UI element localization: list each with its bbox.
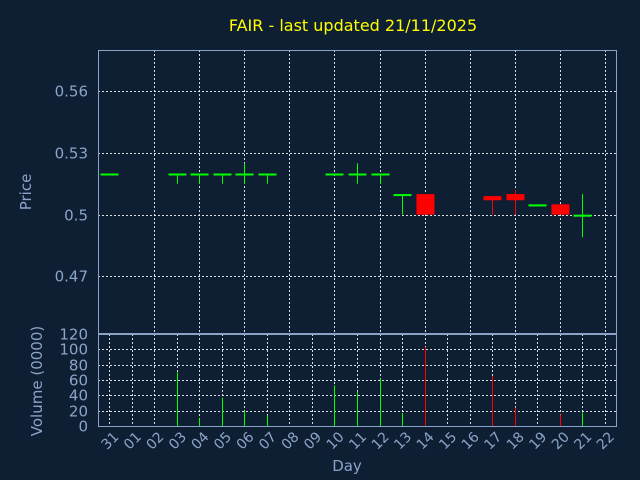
candle-body: [551, 204, 570, 215]
candle-body: [168, 173, 187, 176]
candle: [551, 204, 570, 215]
price-tick-label: 0.5: [64, 207, 88, 225]
candle-body: [325, 173, 344, 176]
candle-body: [100, 173, 119, 176]
candle-body: [416, 194, 435, 215]
volume-axis-label: Volume (0000): [28, 326, 46, 436]
volume-tick-label: 20: [69, 403, 88, 421]
price-tick-label: 0.56: [55, 83, 88, 101]
price-tick-label: 0.53: [55, 145, 88, 163]
candle-body: [190, 173, 209, 176]
candle-body: [235, 173, 254, 176]
price-axis-label: Price: [17, 174, 35, 211]
candle-body: [258, 173, 277, 176]
chart-stage: FAIR - last updated 21/11/2025 0.56 0.53 0…: [0, 0, 640, 480]
candle: [325, 173, 344, 176]
chart-svg: FAIR - last updated 21/11/2025 0.56 0.53 0…: [0, 0, 640, 480]
candle: [528, 204, 547, 207]
day-axis-ticks: 3101020304050607080910111213141516171819…: [98, 429, 617, 453]
candle-body: [483, 196, 502, 201]
candle-body: [213, 173, 232, 176]
candle-body: [371, 173, 390, 176]
volume-tick-label: 80: [69, 357, 88, 375]
candle-body: [393, 194, 412, 197]
chart-title: FAIR - last updated 21/11/2025: [229, 16, 477, 35]
candle-body: [573, 214, 592, 217]
chart-background: [0, 0, 640, 480]
price-tick-label: 0.47: [55, 268, 88, 286]
candle-body: [528, 204, 547, 207]
day-axis-label: Day: [332, 457, 362, 475]
candle-body: [348, 173, 367, 176]
candle-body: [506, 194, 525, 201]
candle: [100, 173, 119, 176]
candle: [416, 194, 435, 215]
volume-tick-label: 120: [59, 326, 88, 344]
